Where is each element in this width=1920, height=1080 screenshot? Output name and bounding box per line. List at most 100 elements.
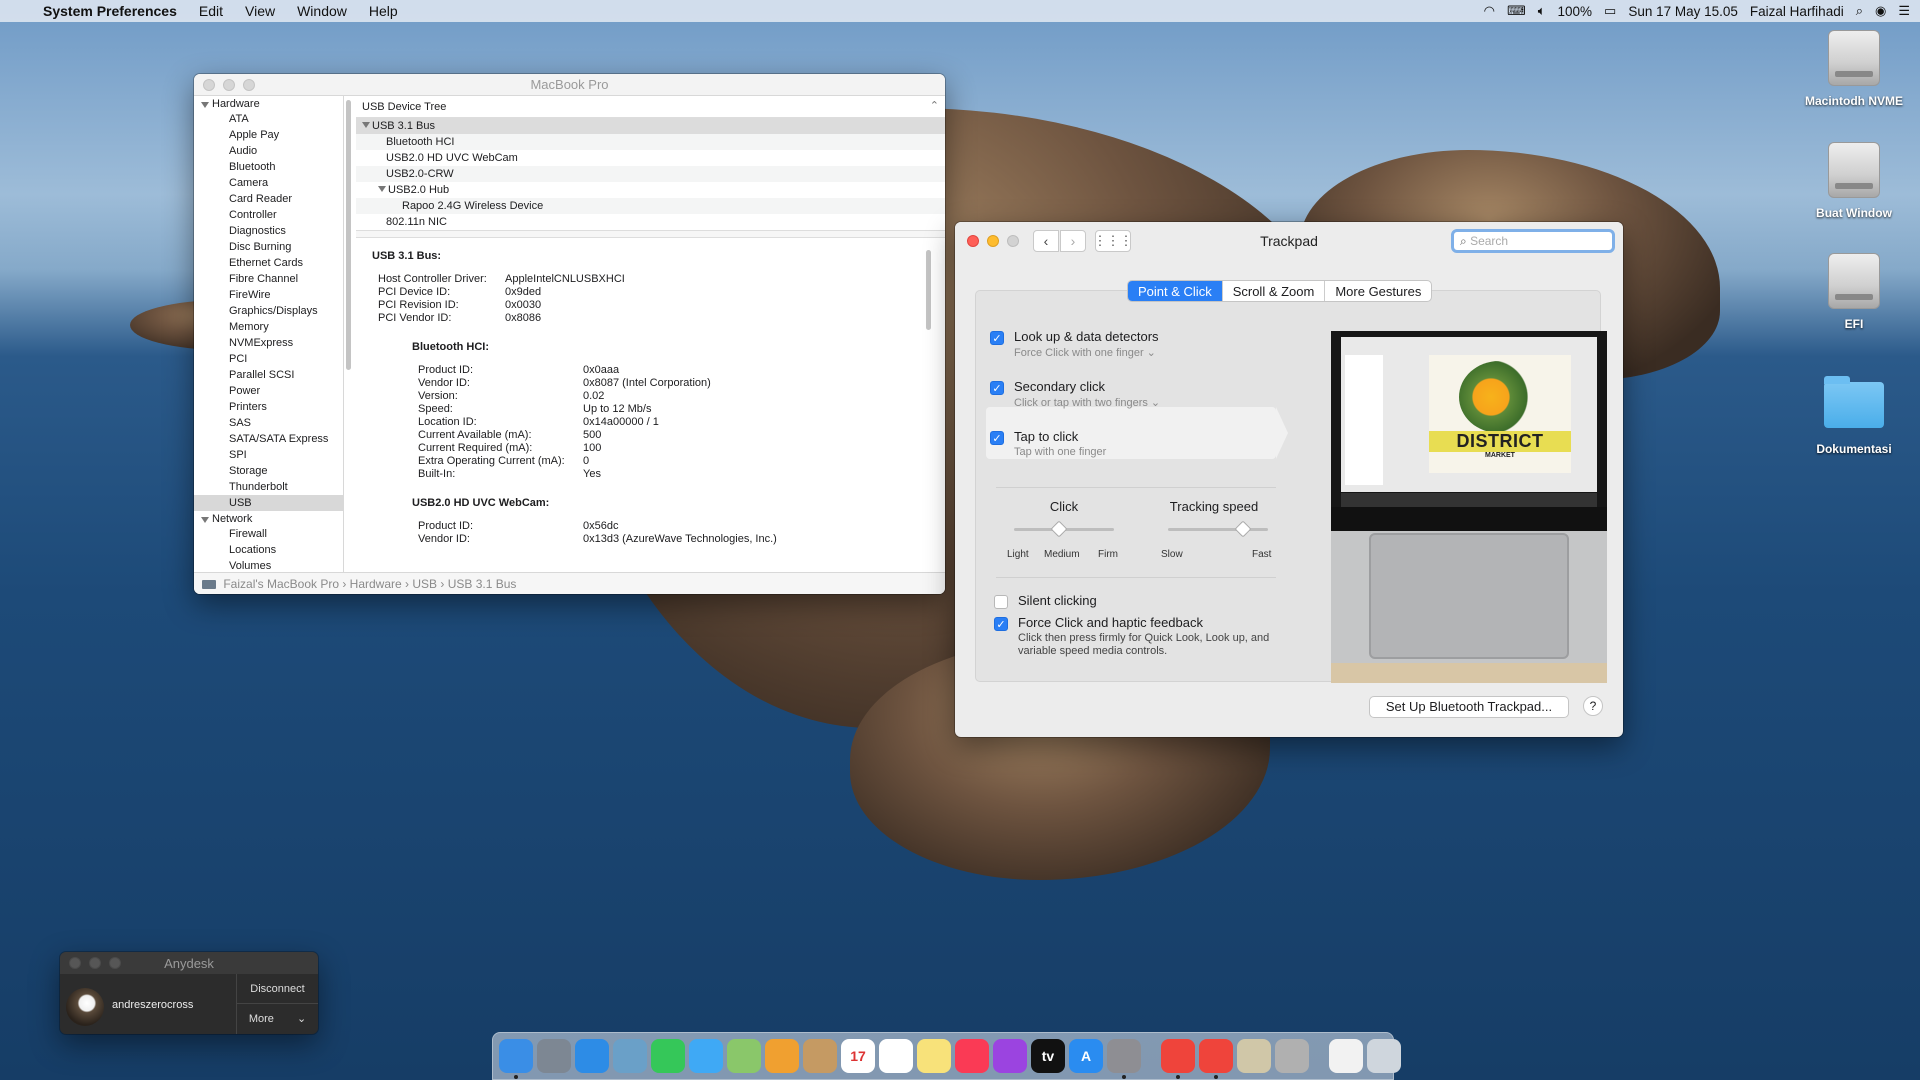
anydesk-titlebar[interactable]: Anydesk <box>60 952 318 974</box>
tree-row[interactable]: Bluetooth HCI <box>356 134 945 150</box>
sidebar-item-camera[interactable]: Camera <box>194 175 343 191</box>
sidebar-item-controller[interactable]: Controller <box>194 207 343 223</box>
force-click-checkbox[interactable]: ✓ <box>994 617 1008 631</box>
menu-view[interactable]: View <box>234 3 286 19</box>
option-secondary-click[interactable]: ✓ Secondary click Click or tap with two … <box>990 379 1160 409</box>
sidebar-item-fibre-channel[interactable]: Fibre Channel <box>194 271 343 287</box>
system-preferences-icon[interactable] <box>1107 1039 1141 1079</box>
launchpad-icon[interactable] <box>537 1039 571 1073</box>
details-scrollbar[interactable] <box>926 250 931 330</box>
siri-icon[interactable]: ◉ <box>1875 3 1886 19</box>
tab-more-gestures[interactable]: More Gestures <box>1325 281 1431 301</box>
sidebar-item-thunderbolt[interactable]: Thunderbolt <box>194 479 343 495</box>
option-tap-to-click[interactable]: ✓ Tap to click Tap with one finger <box>990 429 1106 458</box>
sidebar-item-firewire[interactable]: FireWire <box>194 287 343 303</box>
spotlight-icon[interactable]: ⌕ <box>1856 3 1863 19</box>
desktop-icon-dokumentasi[interactable]: Dokumentasi <box>1794 376 1914 456</box>
podcasts-icon[interactable] <box>993 1039 1027 1073</box>
user-name[interactable]: Faizal Harfihadi <box>1750 4 1844 19</box>
sysinfo-titlebar[interactable]: MacBook Pro <box>194 74 945 96</box>
option-force-click[interactable]: ✓ Force Click and haptic feedback Click … <box>994 615 1283 658</box>
zoom-button[interactable] <box>243 79 255 91</box>
messages-icon[interactable] <box>689 1039 723 1073</box>
close-button[interactable] <box>203 79 215 91</box>
photos-icon[interactable] <box>765 1039 799 1073</box>
setup-bluetooth-trackpad-button[interactable]: Set Up Bluetooth Trackpad... <box>1369 696 1569 718</box>
silent-clicking-checkbox[interactable] <box>994 595 1008 609</box>
option-silent-clicking[interactable]: Silent clicking <box>994 593 1097 609</box>
menu-window[interactable]: Window <box>286 3 358 19</box>
sidebar-item-ata[interactable]: ATA <box>194 111 343 127</box>
anydesk-icon[interactable] <box>1161 1039 1195 1079</box>
click-slider-knob[interactable] <box>1050 520 1068 538</box>
sidebar-item-card-reader[interactable]: Card Reader <box>194 191 343 207</box>
music-icon[interactable] <box>955 1039 989 1073</box>
disclosure-triangle-icon[interactable] <box>378 186 386 192</box>
disclosure-triangle-icon[interactable] <box>362 122 370 128</box>
desktop-icon-macintodh-nvme[interactable]: Macintodh NVME <box>1794 30 1914 108</box>
sidebar-item-storage[interactable]: Storage <box>194 463 343 479</box>
desktop-icon-buat-window[interactable]: Buat Window <box>1794 142 1914 220</box>
sidebar-item-power[interactable]: Power <box>194 383 343 399</box>
menu-help[interactable]: Help <box>358 3 409 19</box>
sidebar-item-disc-burning[interactable]: Disc Burning <box>194 239 343 255</box>
zoom-button[interactable] <box>109 957 121 969</box>
minimize-button[interactable] <box>89 957 101 969</box>
sidebar-item-graphics-displays[interactable]: Graphics/Displays <box>194 303 343 319</box>
sidebar-item-nvmexpress[interactable]: NVMExpress <box>194 335 343 351</box>
sidebar-item-locations[interactable]: Locations <box>194 542 343 558</box>
anydesk-2-icon[interactable] <box>1199 1039 1233 1079</box>
back-button[interactable]: ‹ <box>1033 230 1059 252</box>
sidebar-item-firewall[interactable]: Firewall <box>194 526 343 542</box>
tv-icon[interactable]: tv <box>1031 1039 1065 1073</box>
zoom-button[interactable] <box>1007 235 1019 247</box>
tree-row[interactable]: USB 3.1 Bus <box>356 118 945 134</box>
facetime-icon[interactable] <box>651 1039 685 1073</box>
sidebar-item-memory[interactable]: Memory <box>194 319 343 335</box>
tab-scroll-zoom[interactable]: Scroll & Zoom <box>1223 281 1326 301</box>
safari-icon[interactable] <box>575 1039 609 1073</box>
tree-row[interactable]: USB2.0-CRW <box>356 166 945 182</box>
more-button[interactable]: More ⌄ <box>237 1004 318 1034</box>
sidebar-item-diagnostics[interactable]: Diagnostics <box>194 223 343 239</box>
sidebar-item-audio[interactable]: Audio <box>194 143 343 159</box>
option-lookup[interactable]: ✓ Look up & data detectors Force Click w… <box>990 329 1159 359</box>
search-input[interactable]: ⌕ Search <box>1451 229 1615 253</box>
tracking-slider-track[interactable] <box>1168 528 1268 531</box>
sidebar-item-spi[interactable]: SPI <box>194 447 343 463</box>
app-store-icon[interactable]: A <box>1069 1039 1103 1073</box>
minimize-button[interactable] <box>987 235 999 247</box>
finder-icon[interactable] <box>499 1039 533 1079</box>
forward-button[interactable]: › <box>1060 230 1086 252</box>
sidebar-item-sata-sata-express[interactable]: SATA/SATA Express <box>194 431 343 447</box>
preview-icon[interactable] <box>613 1039 647 1073</box>
minimize-button[interactable] <box>223 79 235 91</box>
tab-point-click[interactable]: Point & Click <box>1128 281 1223 301</box>
option-subtitle-dropdown[interactable]: Force Click with one finger ⌄ <box>1014 346 1159 359</box>
close-button[interactable] <box>967 235 979 247</box>
sidebar-item-sas[interactable]: SAS <box>194 415 343 431</box>
notification-center-icon[interactable]: ☰ <box>1898 3 1910 19</box>
sidebar-item-pci[interactable]: PCI <box>194 351 343 367</box>
lookup-checkbox[interactable]: ✓ <box>990 331 1004 345</box>
battery-icon[interactable]: ▭ <box>1604 3 1616 19</box>
sidebar-item-parallel-scsi[interactable]: Parallel SCSI <box>194 367 343 383</box>
close-button[interactable] <box>69 957 81 969</box>
clock[interactable]: Sun 17 May 15.05 <box>1628 4 1738 19</box>
calendar-icon[interactable]: 17 <box>841 1039 875 1073</box>
trash-icon[interactable] <box>1367 1039 1401 1073</box>
wifi-icon[interactable]: ◠ <box>1484 3 1495 19</box>
sidebar-item-ethernet-cards[interactable]: Ethernet Cards <box>194 255 343 271</box>
notes-icon[interactable] <box>917 1039 951 1073</box>
menu-app-name[interactable]: System Preferences <box>32 3 188 19</box>
sidebar-item-volumes[interactable]: Volumes <box>194 558 343 572</box>
reminders-icon[interactable] <box>879 1039 913 1073</box>
split-divider[interactable] <box>356 230 945 238</box>
sidebar-item-apple-pay[interactable]: Apple Pay <box>194 127 343 143</box>
tap-to-click-checkbox[interactable]: ✓ <box>990 431 1004 445</box>
disconnect-button[interactable]: Disconnect <box>237 974 318 1004</box>
utility-icon[interactable] <box>1275 1039 1309 1073</box>
document-icon[interactable] <box>1329 1039 1363 1073</box>
sidebar-item-printers[interactable]: Printers <box>194 399 343 415</box>
sidebar-item-usb[interactable]: USB <box>194 495 343 511</box>
